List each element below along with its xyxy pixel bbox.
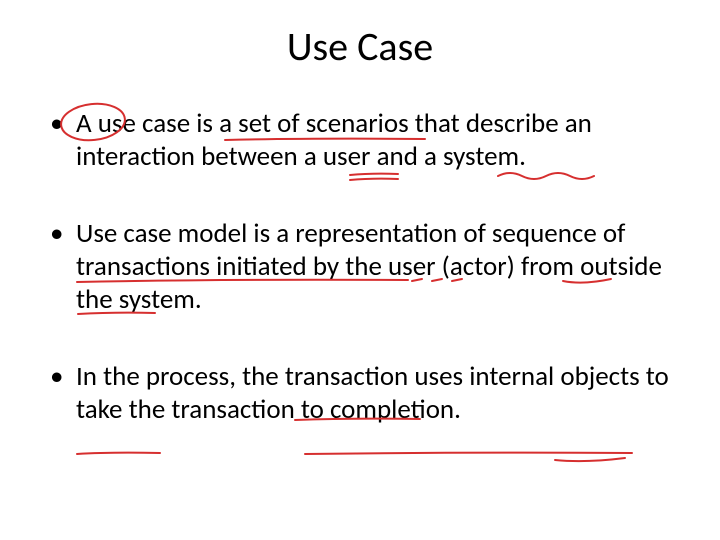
bullet-item: A use case is a set of scenarios that de… xyxy=(48,108,680,174)
bullet-list: A use case is a set of scenarios that de… xyxy=(48,108,680,427)
slide-body: A use case is a set of scenarios that de… xyxy=(48,108,680,471)
slide: Use Case A use case is a set of scenario… xyxy=(0,0,720,540)
bullet-item: In the process, the transaction uses int… xyxy=(48,361,680,427)
slide-title: Use Case xyxy=(0,22,720,71)
bullet-item: Use case model is a representation of se… xyxy=(48,218,680,317)
